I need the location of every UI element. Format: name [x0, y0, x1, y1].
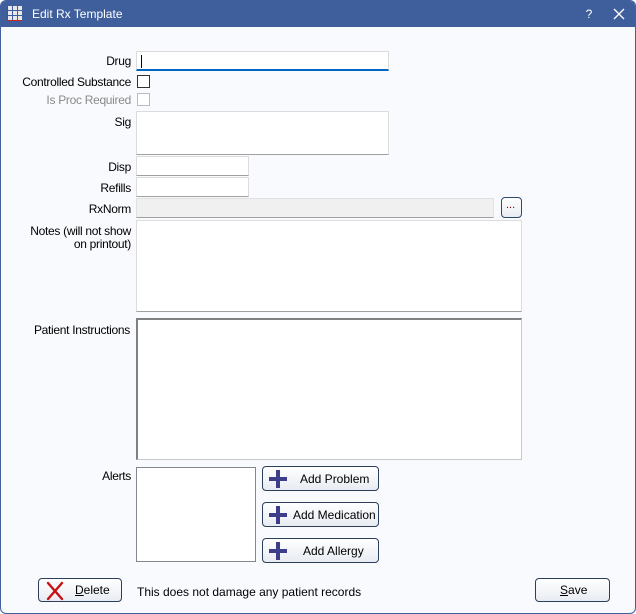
refills-input[interactable] — [136, 177, 249, 197]
drug-label: Drug — [106, 54, 131, 68]
refills-label: Refills — [100, 181, 131, 195]
add-problem-button[interactable]: Add Problem — [262, 466, 379, 491]
help-button[interactable]: ? — [581, 4, 597, 24]
notes-label-line1: Notes (will not show — [30, 224, 131, 238]
add-medication-button[interactable]: Add Medication — [262, 502, 379, 527]
delete-note: This does not damage any patient records — [137, 585, 362, 599]
rxnorm-browse-button[interactable]: ... — [501, 197, 522, 218]
controlled-substance-label: Controlled Substance — [22, 75, 131, 89]
disp-label: Disp — [108, 160, 131, 174]
patient-instructions-textarea[interactable] — [136, 318, 522, 460]
red-x-icon — [46, 581, 64, 601]
is-proc-required-label: Is Proc Required — [46, 93, 131, 107]
disp-input[interactable] — [136, 156, 249, 176]
ellipsis-label: ... — [506, 199, 516, 211]
add-allergy-button[interactable]: Add Allergy — [262, 538, 379, 563]
text-cursor — [141, 55, 142, 68]
add-allergy-label: Add Allergy — [303, 544, 364, 558]
close-icon — [613, 8, 625, 20]
notes-label-line2: on printout) — [73, 237, 131, 251]
rxnorm-input[interactable] — [136, 198, 494, 218]
add-problem-label: Add Problem — [300, 472, 370, 486]
plus-icon — [269, 470, 287, 488]
alerts-label: Alerts — [102, 469, 131, 483]
window-title: Edit Rx Template — [32, 7, 123, 21]
plus-icon — [269, 506, 287, 524]
title-bar: Edit Rx Template ? — [1, 1, 635, 27]
sig-textarea[interactable] — [136, 111, 389, 155]
save-button[interactable]: Save — [535, 578, 610, 602]
grid-app-icon — [7, 6, 22, 21]
save-mnemonic: S — [560, 583, 569, 597]
patient-instructions-label: Patient Instructions — [33, 323, 130, 337]
save-label-rest: ave — [568, 583, 588, 597]
notes-label: Notes (will not show on printout) — [30, 225, 131, 251]
delete-label-rest: elete — [83, 583, 110, 597]
is-proc-required-checkbox[interactable] — [137, 93, 150, 106]
delete-mnemonic: D — [75, 583, 84, 597]
delete-button[interactable]: Delete — [38, 578, 122, 602]
delete-label: Delete — [75, 583, 110, 597]
sig-label: Sig — [114, 115, 132, 129]
alerts-listbox[interactable] — [136, 467, 256, 562]
add-medication-label: Add Medication — [293, 508, 376, 522]
rxnorm-label: RxNorm — [88, 202, 132, 216]
notes-textarea[interactable] — [136, 220, 522, 312]
edit-rx-template-dialog: Edit Rx Template ? Drug Controlled Subst… — [0, 0, 636, 614]
controlled-substance-checkbox[interactable] — [137, 75, 150, 88]
close-button[interactable] — [609, 4, 629, 24]
plus-icon — [269, 542, 287, 560]
save-label: Save — [560, 583, 587, 597]
drug-input[interactable] — [136, 51, 389, 71]
